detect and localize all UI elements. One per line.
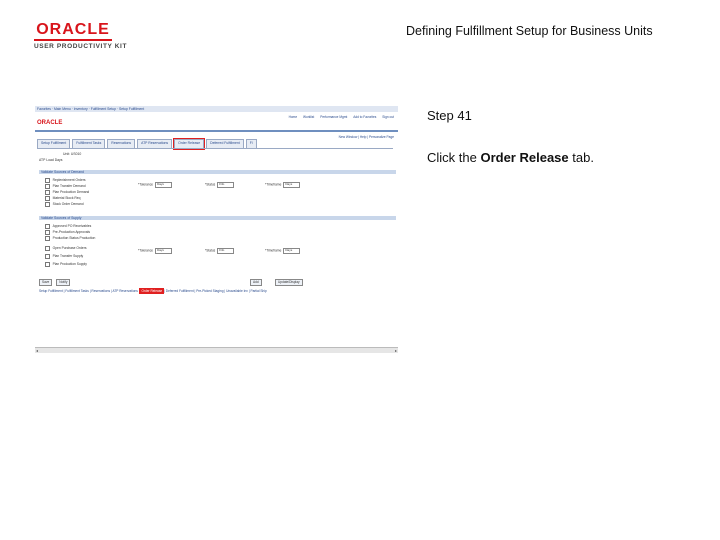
scroll-left-icon[interactable]: ◂ [36, 348, 38, 353]
footer-links-after[interactable]: | Deferred Fulfillment | Pre-Picked Stag… [163, 289, 267, 293]
footer-order-release-link[interactable]: Order Release [139, 288, 165, 294]
notify-button[interactable]: Notify [56, 279, 71, 286]
field-input[interactable]: Fifo [217, 248, 235, 254]
add-button[interactable]: Add [250, 279, 262, 286]
scroll-right-icon[interactable]: ▸ [395, 348, 397, 353]
step-number: Step 41 [427, 108, 472, 123]
field-input[interactable]: Fifo [217, 182, 235, 188]
field-label: *Status [205, 248, 216, 253]
field-label: *Status [205, 182, 216, 187]
footer-links: Setup Fulfillment | Fulfillment Tasks | … [39, 288, 267, 294]
tolerance-field[interactable]: *Tolerance Days [138, 182, 173, 188]
tab-bar: Setup Fulfillment Fulfillment Tasks Rese… [37, 138, 259, 150]
atp-load-days-label: ATP Load Days [39, 158, 63, 162]
supply-checkbox[interactable]: Open Purchase Orders [45, 246, 87, 251]
breadcrumb[interactable]: Favorites · Main Menu · Inventory · Fulf… [37, 107, 144, 111]
demand-checkbox[interactable]: Plan Transfer Demand [45, 184, 86, 189]
field-input[interactable]: Days [155, 248, 173, 254]
demand-checkbox[interactable]: Replenishment Orders [45, 178, 86, 183]
document-title: Defining Fulfillment Setup for Business … [406, 24, 653, 38]
field-label: *Tolerance [138, 182, 154, 187]
performance-link[interactable]: Performance Mgmt [320, 115, 347, 119]
demand-checkbox[interactable]: Material Stock Req [45, 196, 81, 201]
header-divider [35, 130, 398, 132]
step-instruction: Click the Order Release tab. [427, 150, 594, 165]
supply-checkbox[interactable]: Approved PO Receivables [45, 224, 92, 229]
action-buttons: Save Notify [39, 279, 71, 286]
supply-checkbox[interactable]: Plan Production Supply [45, 262, 87, 267]
instruction-prefix: Click the [427, 150, 481, 165]
app-oracle-logo: ORACLE [37, 120, 63, 126]
field-label: *Tolerance [138, 248, 154, 253]
save-button[interactable]: Save [39, 279, 53, 286]
supply-section-header: Validate Sources of Supply [39, 216, 396, 220]
demand-section-header: Validate Sources of Demand [39, 170, 396, 174]
worklist-link[interactable]: Worklist [303, 115, 314, 119]
footer-links-before[interactable]: Setup Fulfillment | Fulfillment Tasks | … [39, 289, 140, 293]
horizontal-scrollbar[interactable]: ◂ ▸ [35, 347, 398, 353]
update-display-button[interactable]: Update/Display [275, 279, 303, 286]
home-link[interactable]: Home [289, 115, 298, 119]
tolerance-field[interactable]: *Tolerance Days [138, 248, 173, 254]
field-label: *Timeframe [265, 182, 282, 187]
field-label: *Timeframe [265, 248, 282, 253]
field-input[interactable]: Days [155, 182, 173, 188]
header-links: Home Worklist Performance Mgmt Add to Fa… [284, 115, 394, 119]
demand-checkbox[interactable]: Plan Production Demand [45, 190, 90, 195]
instruction-target: Order Release [480, 150, 569, 165]
field-input[interactable]: Days [283, 182, 301, 188]
timeframe-field[interactable]: *Timeframe Days [265, 248, 301, 254]
logo-underline [34, 39, 112, 41]
page-links[interactable]: New Window | Help | Personalize Page [339, 135, 394, 139]
supply-checkbox[interactable]: Plan Transfer Supply [45, 254, 84, 259]
upk-logo-text: USER PRODUCTIVITY KIT [34, 43, 128, 50]
tab-divider [37, 148, 393, 149]
field-input[interactable]: Days [283, 248, 301, 254]
unit-label: Unit: US010 [63, 152, 82, 156]
sign-out-link[interactable]: Sign out [382, 115, 394, 119]
timeframe-field[interactable]: *Timeframe Days [265, 182, 301, 188]
status-field[interactable]: *Status Fifo [205, 248, 235, 254]
oracle-logo-text: ORACLE [36, 21, 110, 38]
application-screenshot: Favorites · Main Menu · Inventory · Fulf… [35, 103, 398, 353]
favorites-link[interactable]: Add to Favorites [353, 115, 376, 119]
oracle-upk-logo: ORACLE USER PRODUCTIVITY KIT [34, 21, 128, 50]
supply-checkbox[interactable]: Production Status Production [45, 236, 96, 241]
demand-checkbox[interactable]: Stock Order Demand [45, 202, 84, 207]
status-field[interactable]: *Status Fifo [205, 182, 235, 188]
supply-checkbox[interactable]: Pre-Production Approvals [45, 230, 90, 235]
instruction-suffix: tab. [568, 150, 594, 165]
